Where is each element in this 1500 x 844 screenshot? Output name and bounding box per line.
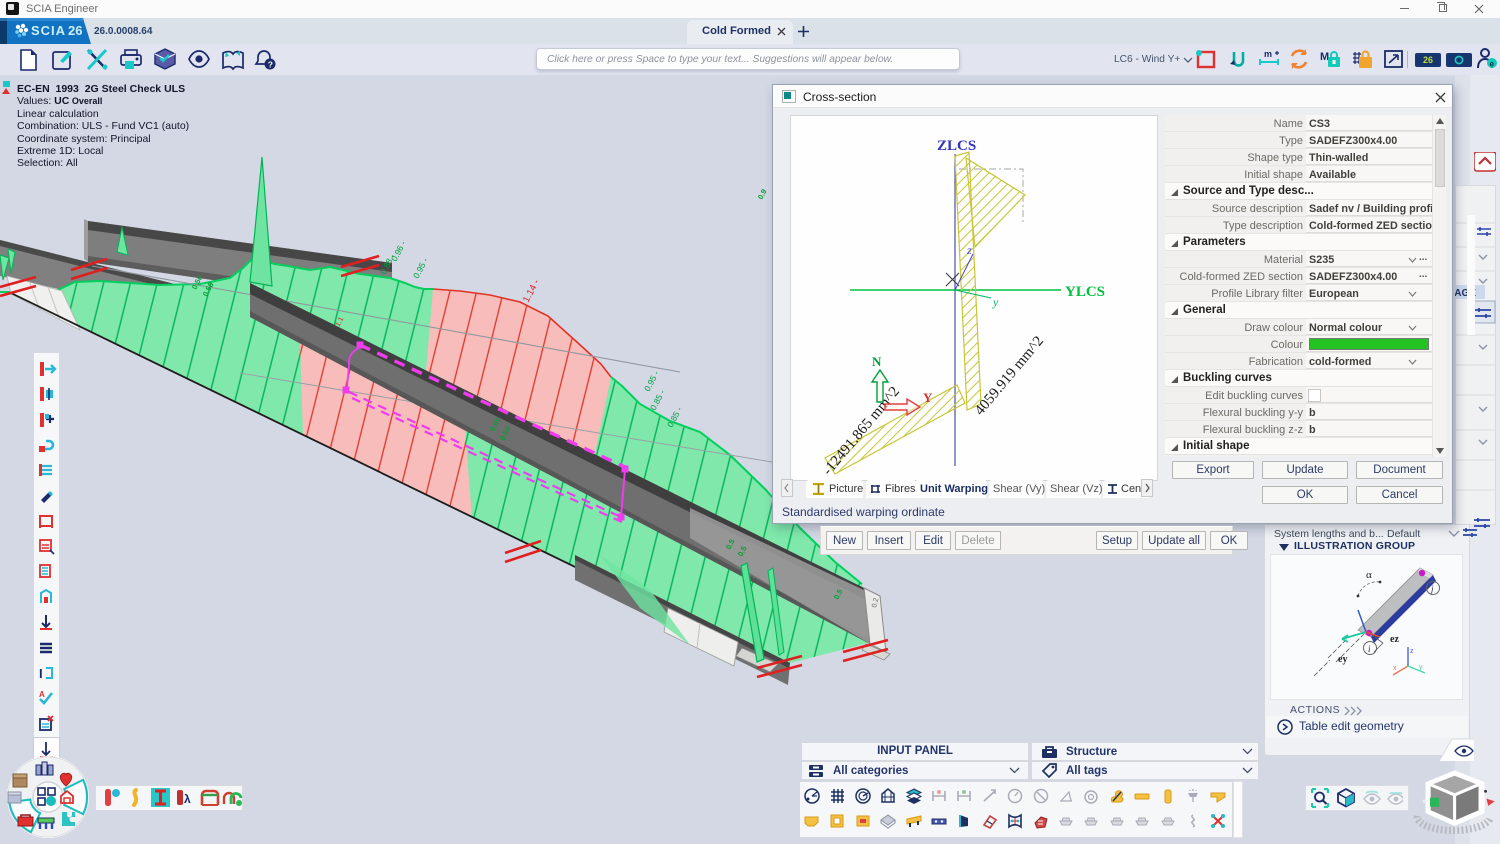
svg-text:4059.919 mm^2: 4059.919 mm^2 — [972, 333, 1047, 418]
svg-text:z: z — [966, 243, 972, 257]
svg-text:Y: Y — [923, 390, 933, 405]
svg-text:ZLCS: ZLCS — [937, 138, 976, 154]
svg-text:YLCS: YLCS — [1065, 284, 1105, 300]
svg-text:N: N — [872, 354, 882, 369]
svg-text:y: y — [992, 295, 999, 309]
